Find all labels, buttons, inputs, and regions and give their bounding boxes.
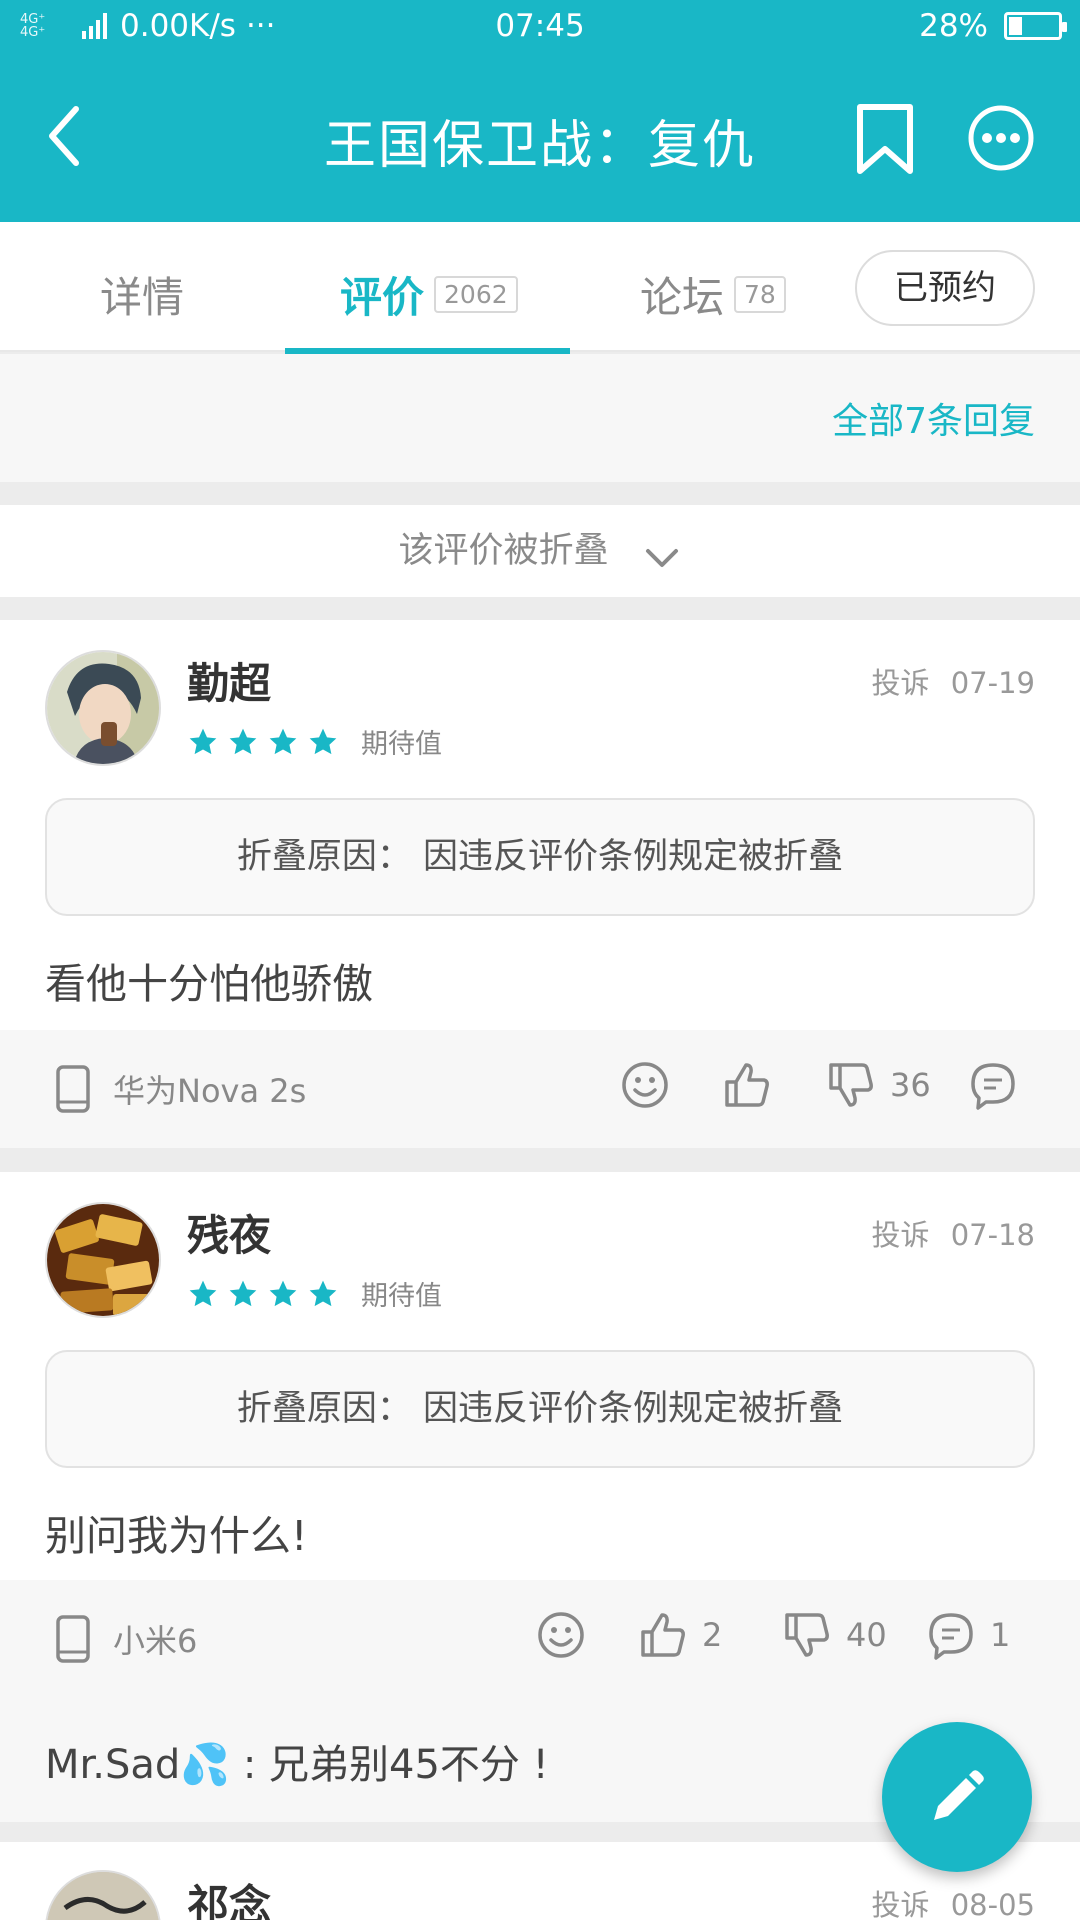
star-icon: [309, 728, 337, 754]
review-content: 别问我为什么!: [45, 1512, 308, 1560]
device-name: 小米6: [113, 1622, 198, 1660]
thumbs-down-icon: [785, 1613, 829, 1657]
reply-preview[interactable]: Mr.Sad💦 : 兄弟别45不分 !: [45, 1732, 549, 1790]
emoji-react-button[interactable]: [536, 1610, 586, 1660]
username[interactable]: 祁念: [187, 1872, 271, 1920]
battery-icon: [1004, 12, 1067, 40]
rating-stars: 期待值: [187, 1274, 442, 1313]
review-meta: 投诉 07-18: [871, 1212, 1035, 1254]
expectation-label: 期待值: [361, 729, 442, 760]
emoji-icon: [622, 1062, 668, 1108]
device-info: 华为Nova 2s: [55, 1064, 306, 1114]
dislike-button[interactable]: 36: [826, 1060, 931, 1110]
comment-button[interactable]: 1: [926, 1610, 1010, 1660]
avatar[interactable]: [45, 650, 161, 766]
reply-strip: 全部7条回复: [0, 354, 1080, 482]
review-card: 勤超 期待值 投诉 07-19 折叠原因： 因违反评价条例规定被折叠 看他十分怕…: [0, 620, 1080, 1148]
expectation-label: 期待值: [361, 1281, 442, 1312]
star-icon: [189, 1280, 217, 1306]
folded-reviews-toggle[interactable]: 该评价被折叠: [0, 505, 1080, 597]
device-name: 华为Nova 2s: [113, 1072, 307, 1110]
fold-reason-box: 折叠原因： 因违反评价条例规定被折叠: [45, 1350, 1035, 1468]
comment-count: 1: [990, 1616, 1011, 1654]
username[interactable]: 勤超: [187, 650, 271, 711]
thumbs-down-icon: [829, 1063, 873, 1107]
star-icon: [229, 728, 257, 754]
emoji-react-button[interactable]: [620, 1060, 670, 1110]
review-action-bar: 华为Nova 2s 36: [0, 1030, 1080, 1148]
like-count: 2: [702, 1616, 723, 1654]
device-info: 小米6: [55, 1614, 197, 1664]
clock: 07:45: [495, 8, 585, 44]
report-link[interactable]: 投诉: [871, 666, 929, 700]
thumbs-up-icon: [725, 1063, 769, 1107]
tab-forum-label: 论坛: [640, 273, 725, 322]
star-icon: [229, 1280, 257, 1306]
title-bar: 王国保卫战：复仇: [0, 55, 1080, 222]
review-content: 看他十分怕他骄傲: [45, 960, 373, 1008]
review-date: 07-19: [950, 666, 1035, 700]
fold-reason-box: 折叠原因： 因违反评价条例规定被折叠: [45, 798, 1035, 916]
review-date: 08-05: [950, 1888, 1035, 1920]
dislike-count: 36: [890, 1066, 931, 1104]
report-link[interactable]: 投诉: [871, 1888, 929, 1920]
tab-bar: 详情 评价 2062 论坛 78 已预约: [0, 222, 1080, 354]
chevron-down-icon: [645, 548, 678, 567]
phone-icon: [56, 1065, 90, 1113]
battery-percent: 28%: [919, 8, 988, 44]
pencil-icon: [934, 1770, 984, 1820]
avatar[interactable]: [45, 1870, 161, 1920]
tab-reviews-label: 评价: [340, 273, 425, 322]
review-card: 残夜 期待值 投诉 07-18 折叠原因： 因违反评价条例规定被折叠 别问我为什…: [0, 1172, 1080, 1822]
thumbs-up-icon: [641, 1613, 685, 1657]
review-meta: 投诉 08-05: [871, 1882, 1035, 1920]
star-icon: [269, 728, 297, 754]
all-replies-link[interactable]: 全部7条回复: [832, 392, 1035, 444]
tab-details-label: 详情: [100, 273, 185, 322]
dislike-button[interactable]: 40: [782, 1610, 887, 1660]
username[interactable]: 残夜: [187, 1202, 271, 1263]
star-icon: [309, 1280, 337, 1306]
star-icon: [269, 1280, 297, 1306]
avatar[interactable]: [45, 1202, 161, 1318]
emoji-icon: [538, 1612, 584, 1658]
tab-details[interactable]: 详情: [100, 264, 184, 325]
phone-icon: [56, 1615, 90, 1663]
more-icon[interactable]: [966, 103, 1036, 173]
rating-stars: 期待值: [187, 722, 442, 761]
like-button[interactable]: 2: [638, 1610, 722, 1660]
status-bar: 4G⁺ 4G⁺ 0.00K/s ··· 07:45 28%: [0, 0, 1080, 55]
folded-label: 该评价被折叠: [398, 531, 609, 571]
comment-icon: [929, 1613, 973, 1660]
review-meta: 投诉 07-19: [871, 660, 1035, 702]
review-date: 07-18: [950, 1218, 1035, 1252]
tab-forum[interactable]: 论坛 78: [640, 264, 786, 325]
tab-reviews-count: 2062: [434, 276, 518, 313]
like-button[interactable]: [722, 1060, 786, 1110]
comment-icon: [971, 1063, 1015, 1110]
tab-reviews[interactable]: 评价 2062: [340, 264, 518, 325]
bookmark-icon[interactable]: [850, 103, 920, 175]
comment-button[interactable]: [968, 1060, 1032, 1110]
report-link[interactable]: 投诉: [871, 1218, 929, 1252]
dislike-count: 40: [846, 1616, 887, 1654]
reserved-button[interactable]: 已预约: [855, 250, 1035, 326]
tab-forum-count: 78: [734, 276, 786, 313]
write-review-button[interactable]: [882, 1722, 1032, 1872]
star-icon: [189, 728, 217, 754]
